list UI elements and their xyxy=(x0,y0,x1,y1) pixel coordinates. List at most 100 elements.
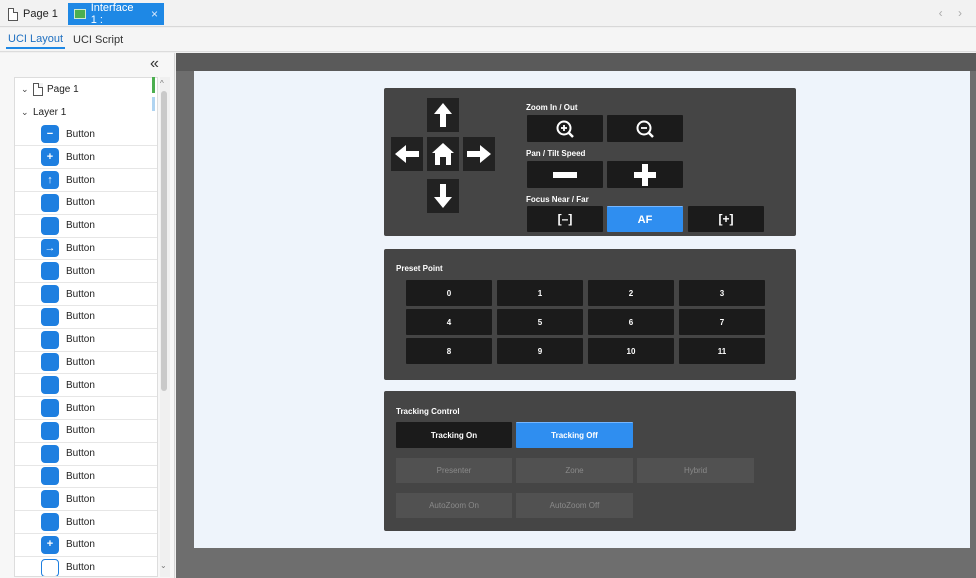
tree-node-layer[interactable]: ⌄ Layer 1 xyxy=(15,101,157,124)
tree-node-button[interactable]: Button xyxy=(15,260,157,284)
preset-button-3[interactable]: 3 xyxy=(679,280,765,306)
hybrid-button[interactable]: Hybrid xyxy=(637,458,754,483)
zone-button[interactable]: Zone xyxy=(516,458,633,483)
tree-node-button-label: Button xyxy=(66,197,95,209)
collapse-panel-icon[interactable]: « xyxy=(150,55,159,73)
tree-node-button[interactable]: + Button xyxy=(15,146,157,170)
tree-node-button-label: Button xyxy=(66,174,95,186)
zoom-in-icon xyxy=(556,120,574,138)
tree-node-button[interactable]: Button xyxy=(15,511,157,534)
tab-page-1[interactable]: Page 1 xyxy=(2,3,64,25)
tree-node-button[interactable]: Button xyxy=(15,352,157,375)
preset-button-1[interactable]: 1 xyxy=(497,280,583,306)
blank-blue-icon xyxy=(41,513,59,532)
tree-node-button-label: Button xyxy=(66,493,95,505)
tree-node-button-label: Button xyxy=(66,128,95,140)
scroll-up-icon[interactable]: ^ xyxy=(160,79,164,88)
preset-button-8[interactable]: 8 xyxy=(406,338,492,364)
preset-button-4[interactable]: 4 xyxy=(406,309,492,335)
tree-node-button[interactable]: Button xyxy=(15,443,157,466)
tree-node-button[interactable]: − Button xyxy=(15,124,157,147)
tree-node-button[interactable]: Button xyxy=(15,215,157,238)
arrow-down-icon xyxy=(434,184,452,208)
page-icon xyxy=(8,7,18,21)
focus-far-icon: [+] xyxy=(718,212,734,226)
tree-items: − Button + Button ↑ Button Button Button → Button… xyxy=(15,124,157,576)
tree-node-button[interactable]: Button xyxy=(15,374,157,398)
arrow-up-icon xyxy=(434,103,452,127)
zoom-out-button[interactable] xyxy=(607,115,683,142)
presenter-button[interactable]: Presenter xyxy=(396,458,512,483)
blank-blue-icon xyxy=(41,399,59,418)
preset-button-0[interactable]: 0 xyxy=(406,280,492,306)
expand-caret-icon[interactable]: ⌄ xyxy=(21,84,29,95)
tree-scrollbar-thumb[interactable] xyxy=(161,91,167,391)
arrow-up-icon: ↑ xyxy=(41,171,59,190)
tree-node-button[interactable]: Button xyxy=(15,557,157,576)
canvas-page: Zoom In / Out Pan / Tilt Speed Focus Nea… xyxy=(194,71,970,548)
close-tab-icon[interactable]: × xyxy=(151,7,158,21)
tree-node-button[interactable]: ↑ Button xyxy=(15,169,157,192)
plus-icon xyxy=(634,163,656,186)
tree-node-button[interactable]: Button xyxy=(15,397,157,420)
preset-button-2[interactable]: 2 xyxy=(588,280,674,306)
blank-blue-icon xyxy=(41,467,59,486)
tree-node-button[interactable]: Button xyxy=(15,192,157,215)
auto-focus-button[interactable]: AF xyxy=(607,206,683,232)
pan-right-button[interactable] xyxy=(463,137,495,171)
design-canvas: Zoom In / Out Pan / Tilt Speed Focus Nea… xyxy=(176,53,976,578)
autozoom-off-button[interactable]: AutoZoom Off xyxy=(516,493,633,518)
tab-uci-script[interactable]: UCI Script xyxy=(71,32,125,48)
expand-caret-icon[interactable]: ⌄ xyxy=(21,107,29,118)
zoom-in-button[interactable] xyxy=(527,115,603,142)
preset-button-5[interactable]: 5 xyxy=(497,309,583,335)
focus-near-icon: [–] xyxy=(557,212,573,226)
tracking-on-button[interactable]: Tracking On xyxy=(396,422,512,448)
tree-node-button[interactable]: Button xyxy=(15,466,157,489)
tree-node-button[interactable]: Button xyxy=(15,306,157,329)
tilt-down-button[interactable] xyxy=(427,179,459,213)
page-icon xyxy=(33,82,43,96)
tab-scroll-arrows[interactable]: ‹ › xyxy=(939,6,968,20)
pan-left-button[interactable] xyxy=(391,137,423,171)
preset-button-11[interactable]: 11 xyxy=(679,338,765,364)
blank-blue-icon xyxy=(41,307,59,326)
document-tab-bar: Page 1 Interface 1 : × ‹ › xyxy=(0,0,976,27)
focus-far-button[interactable]: [+] xyxy=(688,206,764,232)
focus-near-button[interactable]: [–] xyxy=(527,206,603,232)
preset-point-title: Preset Point xyxy=(396,264,443,273)
interface-icon xyxy=(74,9,86,19)
tab-interface-1-label: Interface 1 : xyxy=(90,2,134,26)
speed-increase-button[interactable] xyxy=(607,161,683,188)
preset-button-6[interactable]: 6 xyxy=(588,309,674,335)
scroll-down-icon[interactable]: ⌄ xyxy=(160,561,167,570)
blank-blue-icon xyxy=(41,444,59,463)
tracking-off-button[interactable]: Tracking Off xyxy=(516,422,633,448)
speed-decrease-button[interactable] xyxy=(527,161,603,188)
tab-page-1-label: Page 1 xyxy=(23,8,58,20)
tree-node-button[interactable]: Button xyxy=(15,283,157,306)
preset-button-7[interactable]: 7 xyxy=(679,309,765,335)
tree-node-page[interactable]: ⌄ Page 1 xyxy=(15,78,157,101)
preset-button-9[interactable]: 9 xyxy=(497,338,583,364)
tree-node-button-label: Button xyxy=(66,402,95,414)
blank-blue-icon xyxy=(41,216,59,235)
tree-node-button[interactable]: Button xyxy=(15,488,157,512)
tree-node-button-label: Button xyxy=(66,334,95,346)
tree-node-button[interactable]: → Button xyxy=(15,238,157,261)
tree-node-button[interactable]: + Button xyxy=(15,534,157,557)
tree-node-button[interactable]: Button xyxy=(15,329,157,352)
tab-interface-1[interactable]: Interface 1 : × xyxy=(68,2,164,26)
home-button[interactable] xyxy=(427,137,459,171)
tree-node-button[interactable]: Button xyxy=(15,420,157,443)
tree-node-button-label: Button xyxy=(66,448,95,460)
focus-label: Focus Near / Far xyxy=(526,195,589,204)
tree-node-page-label: Page 1 xyxy=(47,83,79,95)
tilt-up-button[interactable] xyxy=(427,98,459,132)
autozoom-on-button[interactable]: AutoZoom On xyxy=(396,493,512,518)
blank-blue-icon xyxy=(41,376,59,395)
editor-subtab-bar: UCI Layout UCI Script xyxy=(0,28,976,52)
object-tree-panel: « ⌄ Page 1 ⌄ Layer 1 − Button + Button ↑ Butt… xyxy=(0,53,175,578)
preset-button-10[interactable]: 10 xyxy=(588,338,674,364)
tab-uci-layout[interactable]: UCI Layout xyxy=(6,31,66,49)
